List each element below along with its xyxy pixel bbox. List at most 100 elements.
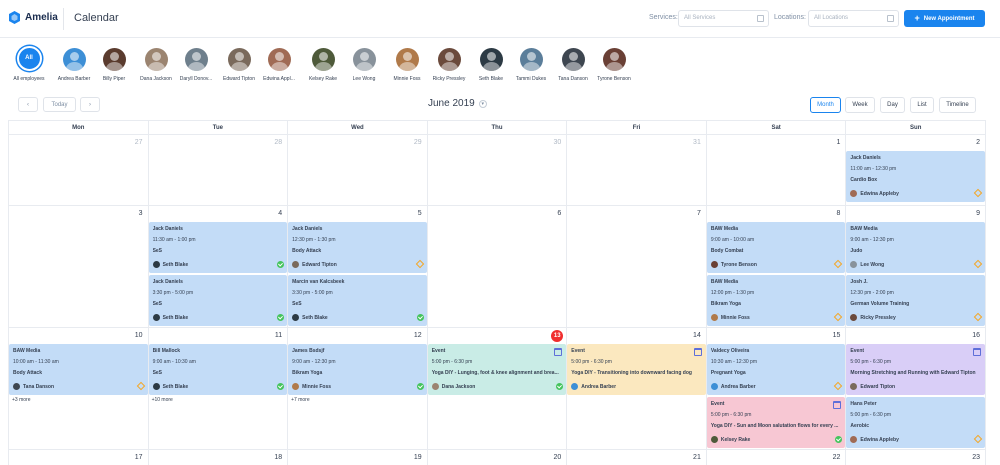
view-timeline-button[interactable]: Timeline — [939, 97, 976, 113]
new-appointment-label: New Appointment — [923, 15, 975, 22]
avatar — [292, 314, 300, 321]
avatar — [292, 261, 300, 268]
appointment-card[interactable]: BAW Media 12:00 pm - 1:30 pm Bikram Yoga Mi… — [706, 275, 846, 326]
day-cell[interactable]: 7 — [567, 206, 707, 328]
view-label: Timeline — [946, 102, 969, 108]
event-card[interactable]: Event 5:00 pm - 6:30 pm Yoga DIY - Sun and… — [706, 397, 846, 448]
avatar-body — [314, 62, 332, 71]
event-card[interactable]: Event 5:00 pm - 6:30 pm Yoga DIY - Lunging… — [427, 344, 567, 395]
employee-item[interactable]: Minnie Foss — [386, 46, 428, 82]
avatar-body — [522, 62, 540, 71]
day-cell[interactable]: 17 — [9, 450, 149, 465]
view-week-button[interactable]: Week — [845, 97, 875, 113]
appointment-card[interactable]: BAW Media 9:00 am - 12:30 pm Judo Lee Wong — [846, 222, 985, 273]
employee-name: Ricky Pressley — [432, 76, 466, 82]
appointment-employee: Edward Tipton — [850, 383, 895, 390]
avatar-head — [151, 52, 161, 61]
employee-item[interactable]: Daryll Donov... — [175, 46, 217, 82]
employee-item[interactable]: Ricky Pressley — [428, 46, 470, 82]
pending-diamond-icon — [415, 259, 424, 269]
employee-name: Minnie Foss — [393, 76, 421, 82]
employee-item[interactable]: Tyrone Benson — [593, 46, 635, 82]
day-cell[interactable]: 6 — [427, 206, 568, 328]
appointment-card[interactable]: BAW Media 9:00 am - 10:00 am Body Combat Ty… — [706, 222, 846, 273]
employee-item[interactable]: Dana Jackson — [135, 46, 177, 82]
day-cell[interactable]: 16 Event 5:00 pm - 6:30 pm Morning Stretchi… — [846, 328, 986, 450]
appointment-card[interactable]: Hans Peter 5:00 pm - 6:30 pm Aerobic Edwina… — [846, 397, 985, 448]
day-cell[interactable]: 1 — [706, 135, 847, 206]
day-cell[interactable]: 11 Bill Mallock 9:00 am - 10:30 am SeS Seth … — [148, 328, 289, 450]
appointment-title: Event — [850, 348, 865, 354]
appointment-card[interactable]: Jack Daniels 12:30 pm - 1:30 pm Body Attac… — [288, 222, 427, 273]
employee-item[interactable]: Billy Piper — [93, 46, 135, 82]
day-cell[interactable]: 27 — [9, 135, 149, 206]
more-link[interactable]: +3 more — [12, 397, 30, 403]
day-cell[interactable]: 29 — [288, 135, 428, 206]
day-cell[interactable]: 13 Event 5:00 pm - 6:30 pm Yoga DIY - Lungi… — [427, 328, 568, 450]
appointment-card[interactable]: Marcin van Kalcsbeek 3:30 pm - 5:00 pm SeS… — [288, 275, 427, 326]
new-appointment-button[interactable]: + New Appointment — [904, 10, 985, 27]
day-cell[interactable]: 21 — [567, 450, 707, 465]
day-cell[interactable]: 8 BAW Media 9:00 am - 10:00 am Body Combat T… — [706, 206, 847, 328]
day-cell[interactable]: 31 — [567, 135, 707, 206]
appointment-card[interactable]: Jack Daniels 11:00 am - 12:30 pm Cardio Bo… — [846, 151, 985, 202]
day-cell[interactable]: 9 BAW Media 9:00 am - 12:30 pm Judo Lee Wong… — [846, 206, 986, 328]
day-cell[interactable]: 14 Event 5:00 pm - 6:30 pm Yoga DIY - Trans… — [567, 328, 707, 450]
employee-item[interactable]: Tammi Dukes — [510, 46, 552, 82]
more-link[interactable]: +10 more — [152, 397, 173, 403]
chevron-right-icon: › — [89, 101, 91, 108]
day-cell[interactable]: 28 — [148, 135, 289, 206]
pending-diamond-icon — [973, 259, 983, 269]
day-cell[interactable]: 4 Jack Daniels 11:30 am - 1:00 pm SeS Seth B… — [148, 206, 289, 328]
employee-item[interactable]: Kelsey Rake — [302, 46, 344, 82]
view-day-button[interactable]: Day — [880, 97, 905, 113]
month-title[interactable]: June 2019 ▾ — [428, 98, 487, 109]
appointment-card[interactable]: Josh J. 12:30 pm - 2:00 pm German Volume T… — [846, 275, 985, 326]
appointment-card[interactable]: Jack Daniels 3:30 pm - 5:00 pm SeS Seth Bla… — [148, 275, 288, 326]
avatar-body — [355, 62, 373, 71]
employee-item[interactable]: Tana Danson — [552, 46, 594, 82]
employee-item[interactable]: Andrea Barber — [53, 46, 95, 82]
appointment-card[interactable]: Bill Mallock 9:00 am - 10:30 am SeS Seth Bl… — [148, 344, 288, 395]
day-cell[interactable]: 12 James Bsdsjf 9:00 am - 12:30 pm Bikram Y… — [288, 328, 428, 450]
employee-all[interactable]: All All employees — [8, 46, 50, 82]
day-number: 9 — [976, 210, 980, 217]
day-cell[interactable]: 22 — [707, 450, 847, 465]
next-month-button[interactable]: › — [80, 97, 100, 112]
day-cell[interactable]: 30 — [427, 135, 568, 206]
app-logo[interactable]: Amelia — [8, 11, 58, 24]
day-cell[interactable]: 2 Jack Daniels 11:00 am - 12:30 pm Cardio B… — [846, 135, 986, 206]
appointment-card[interactable]: BAW Media 10:00 am - 11:30 am Body Attack T… — [9, 344, 148, 395]
locations-select[interactable]: All Locations — [808, 10, 899, 27]
day-number: 27 — [134, 139, 143, 146]
prev-month-button[interactable]: ‹ — [18, 97, 38, 112]
employee-item[interactable]: Edward Tipton — [218, 46, 260, 82]
day-cell[interactable]: 19 — [288, 450, 428, 465]
appointment-card[interactable]: James Bsdsjf 9:00 am - 12:30 pm Bikram Yog… — [288, 344, 427, 395]
day-cell[interactable]: 3 — [9, 206, 149, 328]
employee-name: Tammi Dukes — [515, 76, 547, 82]
day-number: 16 — [972, 332, 980, 339]
day-cell[interactable]: 5 Jack Daniels 12:30 pm - 1:30 pm Body Atta… — [288, 206, 428, 328]
employee-item[interactable]: Seth Blake — [470, 46, 512, 82]
appointment-card[interactable]: Jack Daniels 11:30 am - 1:00 pm SeS Seth Bl… — [148, 222, 288, 273]
day-cell[interactable]: 10 BAW Media 10:00 am - 11:30 am Body Attac… — [9, 328, 149, 450]
employee-item[interactable]: Edwina Appl... — [258, 46, 300, 82]
day-cell[interactable]: 20 — [428, 450, 568, 465]
event-card[interactable]: Event 5:00 pm - 6:30 pm Morning Stretching… — [846, 344, 985, 395]
day-cell[interactable]: 23 — [846, 450, 986, 465]
event-card[interactable]: Event 5:00 pm - 6:30 pm Yoga DIY - Transit… — [567, 344, 706, 395]
day-cell[interactable]: 15 Valdecy Oliveira 10:30 am - 12:30 pm Pre… — [706, 328, 847, 450]
pending-diamond-icon — [136, 381, 145, 391]
day-cell[interactable]: 18 — [149, 450, 289, 465]
today-button[interactable]: Today — [43, 97, 76, 112]
view-month-button[interactable]: Month — [810, 97, 841, 113]
day-number: 4 — [278, 210, 283, 217]
avatar-head — [444, 52, 454, 61]
avatar — [519, 48, 543, 71]
employee-item[interactable]: Lee Wong — [343, 46, 385, 82]
appointment-card[interactable]: Valdecy Oliveira 10:30 am - 12:30 pm Pregn… — [706, 344, 846, 395]
services-select[interactable]: All Services — [678, 10, 769, 27]
more-link[interactable]: +7 more — [291, 397, 309, 403]
view-list-button[interactable]: List — [910, 97, 934, 113]
